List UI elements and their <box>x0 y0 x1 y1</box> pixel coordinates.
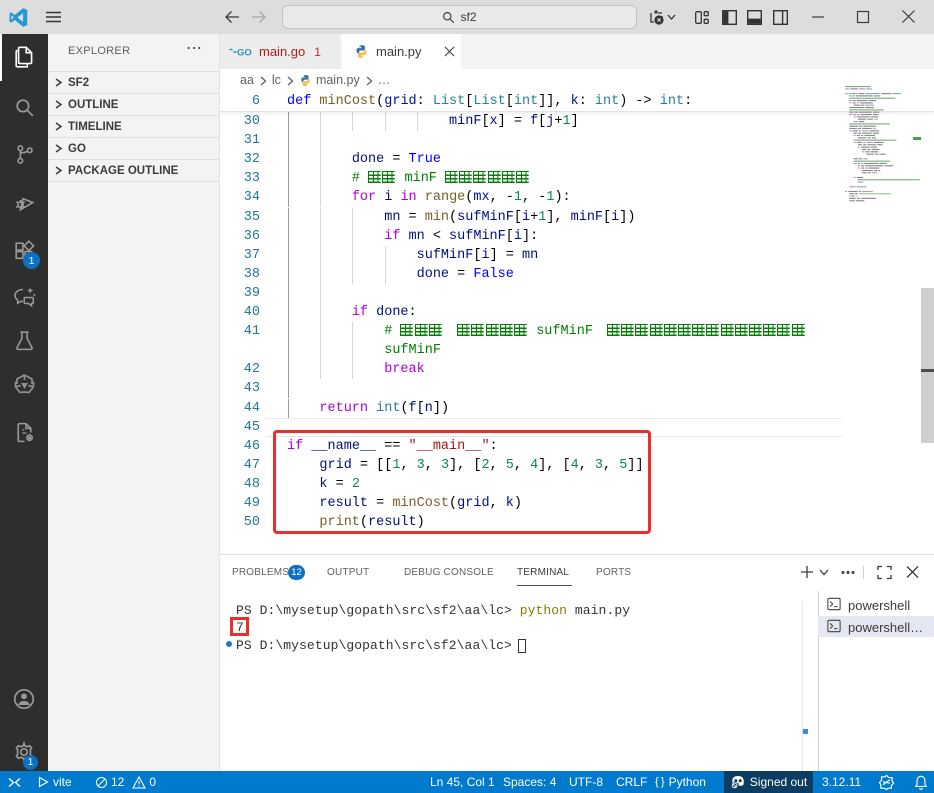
svg-text:GO: GO <box>237 47 252 58</box>
